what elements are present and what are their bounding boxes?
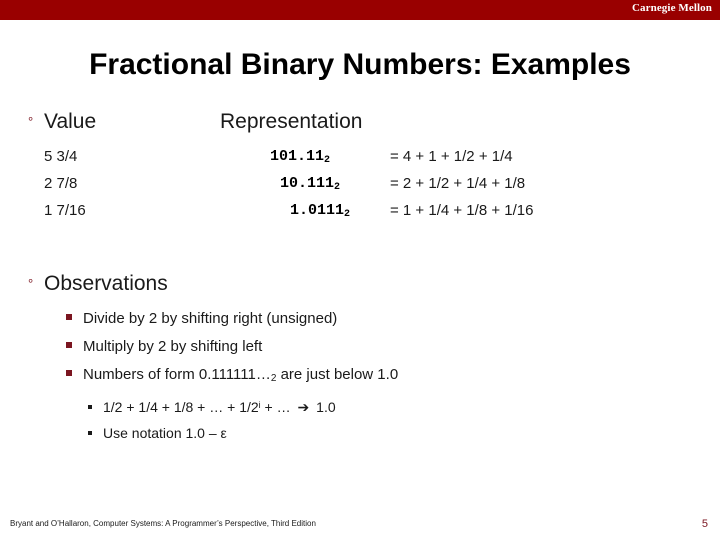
row-representation: 1.01112 xyxy=(180,202,350,220)
row-representation-digits: 10.111 xyxy=(279,175,334,192)
row-representation-base: 2 xyxy=(343,209,350,221)
bullet-value-heading: ° Value xyxy=(28,110,96,134)
observation-item: Divide by 2 by shifting right (unsigned) xyxy=(66,310,337,327)
sub-observation-text: Use notation 1.0 – ε xyxy=(103,425,227,441)
series-limit: 1.0 xyxy=(312,399,336,415)
observation-text: Multiply by 2 by shifting left xyxy=(83,338,262,355)
notation-text: Use notation 1.0 – ε xyxy=(103,425,227,441)
hollow-circle-bullet-icon: ° xyxy=(28,114,34,129)
representation-column-heading: Representation xyxy=(220,110,363,133)
row-expression: = 4 + 1 + 1/2 + 1/4 xyxy=(390,148,513,165)
row-expression: = 2 + 1/2 + 1/4 + 1/8 xyxy=(390,175,526,192)
row-value: 2 7/8 xyxy=(44,175,78,192)
row-expression: = 1 + 1/4 + 1/8 + 1/16 xyxy=(390,202,534,219)
sub-observation-text: 1/2 + 1/4 + 1/8 + … + 1/2i + … ➔ 1.0 xyxy=(103,399,336,416)
observation-text: Numbers of form 0.111111…2 are just belo… xyxy=(83,366,398,384)
row-value: 1 7/16 xyxy=(44,202,86,219)
footer-citation: Bryant and O’Hallaron, Computer Systems:… xyxy=(10,519,316,528)
sub-observation-item: Use notation 1.0 – ε xyxy=(88,425,227,441)
institution-label: Carnegie Mellon xyxy=(631,2,712,14)
series-prefix: 1/2 + 1/4 + 1/8 + … + 1/2 xyxy=(103,399,259,415)
observation-text-main: Multiply by 2 by shifting left xyxy=(83,338,263,355)
observation-text: Divide by 2 by shifting right (unsigned) xyxy=(83,310,337,327)
page-number: 5 xyxy=(701,518,708,530)
observation-text-main: Numbers of form 0.111111… xyxy=(83,366,271,383)
top-banner: Carnegie Mellon xyxy=(0,0,720,20)
row-representation-digits: 1.0111 xyxy=(289,202,344,219)
right-arrow-icon: ➔ xyxy=(297,399,310,415)
observation-text-main: Divide by 2 by shifting right (unsigned) xyxy=(83,310,338,327)
table-row: 1 7/16 1.01112 = 1 + 1/4 + 1/8 + 1/16 xyxy=(0,202,720,229)
row-representation-base: 2 xyxy=(333,182,340,194)
table-row: 2 7/8 10.1112 = 2 + 1/2 + 1/4 + 1/8 xyxy=(0,175,720,202)
row-representation-base: 2 xyxy=(323,155,330,167)
observations-heading: Observations xyxy=(44,272,168,295)
page-title: Fractional Binary Numbers: Examples xyxy=(89,48,631,81)
table-row: 5 3/4 101.112 = 4 + 1 + 1/2 + 1/4 xyxy=(0,148,720,175)
row-representation: 10.1112 xyxy=(180,175,340,193)
row-value: 5 3/4 xyxy=(44,148,78,165)
examples-table: 5 3/4 101.112 = 4 + 1 + 1/2 + 1/4 2 7/8 … xyxy=(0,148,720,229)
sub-observation-item: 1/2 + 1/4 + 1/8 + … + 1/2i + … ➔ 1.0 xyxy=(88,399,336,416)
row-representation: 101.112 xyxy=(180,148,330,166)
observation-item: Multiply by 2 by shifting left xyxy=(66,338,262,355)
observation-text-tail: are just below 1.0 xyxy=(276,366,399,383)
observation-item: Numbers of form 0.111111…2 are just belo… xyxy=(66,366,398,384)
series-middle: + … xyxy=(260,399,295,415)
row-representation-digits: 101.11 xyxy=(269,148,324,165)
bullet-observations-heading: ° Observations xyxy=(28,272,168,296)
value-column-heading: Value xyxy=(44,110,97,133)
hollow-circle-bullet-icon: ° xyxy=(28,276,34,291)
